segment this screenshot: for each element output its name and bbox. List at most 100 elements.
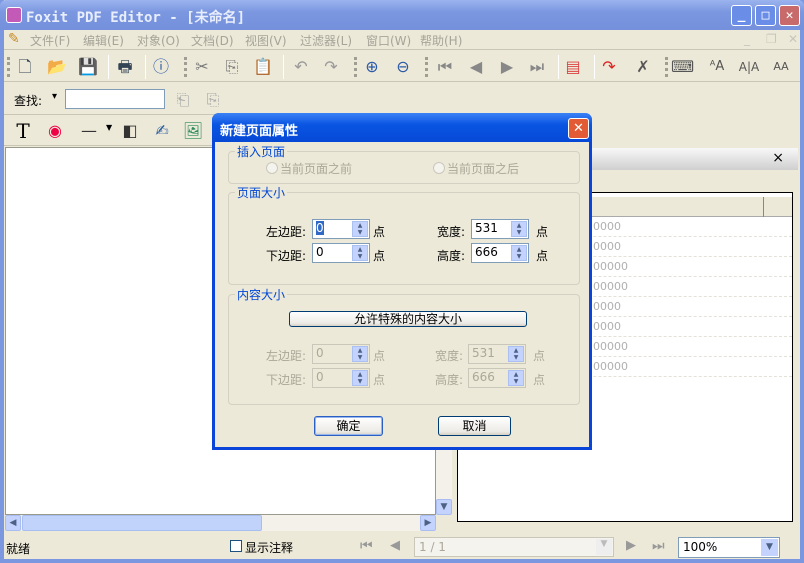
content-height-input[interactable]: 666 ▲ ▼ xyxy=(468,368,526,388)
find-input[interactable] xyxy=(65,89,165,109)
spin-icon[interactable]: ▲ ▼ xyxy=(511,221,527,237)
mdi-restore-button[interactable]: ❐ xyxy=(766,32,777,46)
spin-icon[interactable]: ▲ ▼ xyxy=(352,221,368,237)
redo-icon[interactable]: ↷ xyxy=(320,57,342,77)
status-first-page-icon[interactable]: ⏮ xyxy=(360,538,373,554)
zoom-in-icon[interactable]: ⊕ xyxy=(361,57,383,77)
before-current-label[interactable]: 当前页面之前 xyxy=(280,160,352,177)
page-dropdown-icon[interactable]: ▼ xyxy=(596,539,612,555)
menu-filter[interactable]: 过滤器(L) xyxy=(300,32,352,49)
menu-file[interactable]: 文件(F) xyxy=(30,32,70,49)
horizontal-scrollbar[interactable]: ◀ ▶ xyxy=(5,515,436,531)
toolbar-grip[interactable] xyxy=(354,57,357,77)
edit-image-icon[interactable]: ✍ xyxy=(151,121,173,141)
content-bottom-margin-label: 下边距: xyxy=(266,373,307,387)
word-spacing-icon[interactable]: AA xyxy=(770,57,792,77)
page-width-input[interactable]: 531 ▲ ▼ xyxy=(471,219,529,239)
menu-object[interactable]: 对象(O) xyxy=(137,32,180,49)
scroll-thumb[interactable] xyxy=(22,515,262,531)
left-margin-label: 左边距: xyxy=(266,225,307,239)
status-last-page-icon[interactable]: ⏭ xyxy=(652,538,665,554)
first-page-icon[interactable]: ⏮ xyxy=(434,57,456,77)
scroll-right-icon[interactable]: ▶ xyxy=(420,515,436,531)
prev-page-icon[interactable]: ◀ xyxy=(465,57,487,77)
page-left-margin-input[interactable]: 0 ▲ ▼ xyxy=(312,219,370,239)
toolbar-grip[interactable] xyxy=(665,57,668,77)
show-annotations-label[interactable]: 显示注释 xyxy=(245,539,293,556)
toolbar-grip[interactable] xyxy=(7,57,10,77)
zoom-dropdown-icon[interactable]: ▼ xyxy=(761,539,778,556)
save-icon[interactable]: 💾 xyxy=(77,57,99,77)
delete-page-icon[interactable]: ✗ xyxy=(632,57,654,77)
open-icon[interactable]: 📂 xyxy=(46,57,68,77)
panel-close-button[interactable]: × xyxy=(772,150,784,166)
find-next-icon[interactable]: ⎘ xyxy=(202,90,224,110)
find-prev-icon[interactable]: ⎗ xyxy=(172,90,194,110)
cut-icon[interactable]: ✂ xyxy=(191,57,213,77)
spin-icon[interactable]: ▲ ▼ xyxy=(352,346,368,362)
next-page-icon[interactable]: ▶ xyxy=(496,57,518,77)
ok-button[interactable]: 确定 xyxy=(314,416,383,436)
paste-icon[interactable]: 📋 xyxy=(252,57,274,77)
spin-icon[interactable]: ▲ ▼ xyxy=(508,346,524,362)
menu-help[interactable]: 帮助(H) xyxy=(420,32,462,49)
add-text-icon[interactable]: T xyxy=(12,121,34,141)
info-icon[interactable]: ⓘ xyxy=(150,57,172,77)
content-left-margin-value: 0 xyxy=(316,346,324,360)
color-icon[interactable]: ◉ xyxy=(44,121,66,141)
status-prev-page-icon[interactable]: ◀ xyxy=(390,538,400,553)
gradient-icon[interactable]: ◧ xyxy=(119,121,141,141)
menu-edit[interactable]: 编辑(E) xyxy=(83,32,124,49)
allow-special-content-size-button[interactable]: 允许特殊的内容大小 xyxy=(289,311,527,327)
cancel-button[interactable]: 取消 xyxy=(438,416,511,436)
zoom-out-icon[interactable]: ⊖ xyxy=(392,57,414,77)
dialog-close-button[interactable]: ✕ xyxy=(568,118,589,139)
status-next-page-icon[interactable]: ▶ xyxy=(626,538,636,553)
copy-icon[interactable]: ⎘ xyxy=(221,57,243,77)
height-label: 高度: xyxy=(437,249,466,263)
insert-image-icon[interactable]: 🖼 xyxy=(182,121,204,141)
font-size-icon[interactable]: ᴬA xyxy=(706,57,728,77)
menu-window[interactable]: 窗口(W) xyxy=(366,32,411,49)
scroll-left-icon[interactable]: ◀ xyxy=(5,515,21,531)
char-spacing-icon[interactable]: A|A xyxy=(738,57,760,77)
zoom-select[interactable]: 100% ▼ xyxy=(678,537,780,558)
spin-icon[interactable]: ▲ ▼ xyxy=(352,245,368,261)
find-options-dropdown[interactable]: ▾ xyxy=(52,91,57,102)
menu-document[interactable]: 文档(D) xyxy=(191,32,234,49)
new-icon[interactable]: 🗋 xyxy=(14,57,36,77)
title-bar: Foxit PDF Editor - [未命名] _ □ ✕ xyxy=(0,0,804,30)
mdi-close-button[interactable]: ✕ xyxy=(788,32,798,46)
page-number-field[interactable]: 1 / 1 ▼ xyxy=(414,537,614,557)
toolbar-grip[interactable] xyxy=(184,57,187,77)
minimize-button[interactable]: _ xyxy=(731,5,752,26)
print-icon[interactable]: 🖶 xyxy=(114,57,136,77)
line-icon[interactable]: — xyxy=(78,121,100,141)
page-bottom-margin-input[interactable]: 0 ▲ ▼ xyxy=(312,243,370,263)
spin-icon[interactable]: ▲ ▼ xyxy=(511,245,527,261)
content-bottom-margin-input[interactable]: 0 ▲ ▼ xyxy=(312,368,370,388)
last-page-icon[interactable]: ⏭ xyxy=(526,57,548,77)
after-current-radio[interactable] xyxy=(433,162,445,174)
toolbar-grip[interactable] xyxy=(425,57,428,77)
insert-page-icon[interactable]: ↷ xyxy=(598,57,620,77)
spin-icon[interactable]: ▲ ▼ xyxy=(508,370,524,386)
content-left-margin-input[interactable]: 0 ▲ ▼ xyxy=(312,344,370,364)
maximize-button[interactable]: □ xyxy=(755,5,776,26)
undo-icon[interactable]: ↶ xyxy=(290,57,312,77)
page-height-input[interactable]: 666 ▲ ▼ xyxy=(471,243,529,263)
unit-label: 点 xyxy=(373,225,386,239)
form-icon[interactable]: ▤ xyxy=(562,57,584,77)
before-current-radio[interactable] xyxy=(266,162,278,174)
keyboard-icon[interactable]: ⌨ xyxy=(671,57,694,77)
line-dropdown-icon[interactable]: ▼ xyxy=(106,123,112,132)
spin-icon[interactable]: ▲ ▼ xyxy=(352,370,368,386)
close-button[interactable]: ✕ xyxy=(779,5,800,26)
content-width-input[interactable]: 531 ▲ ▼ xyxy=(468,344,526,364)
show-annotations-checkbox[interactable] xyxy=(230,540,242,552)
after-current-label[interactable]: 当前页面之后 xyxy=(447,160,519,177)
find-toolbar: 查找: ▾ ⎗ ⎘ xyxy=(4,84,226,115)
scroll-down-icon[interactable]: ▼ xyxy=(436,499,452,515)
mdi-minimize-button[interactable]: _ xyxy=(744,32,750,46)
menu-view[interactable]: 视图(V) xyxy=(245,32,287,49)
